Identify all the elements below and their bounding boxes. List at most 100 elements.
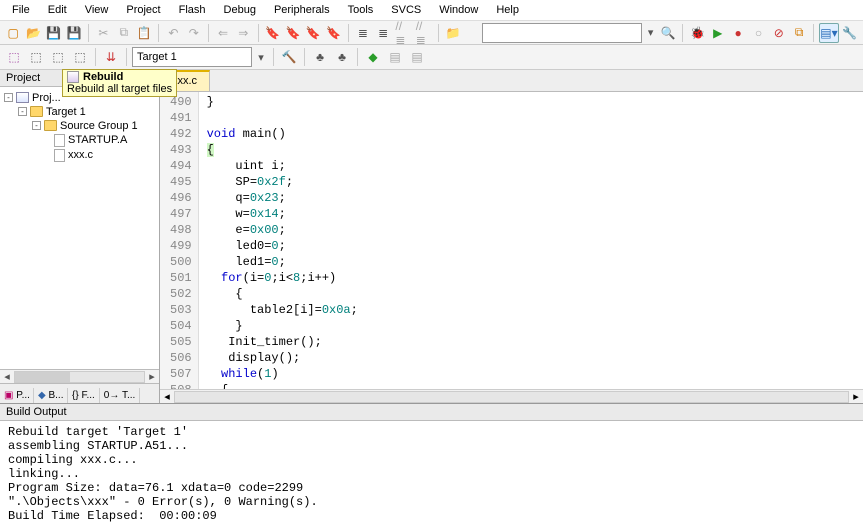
translate-icon[interactable]: ⬚ (4, 47, 24, 67)
menu-tools[interactable]: Tools (340, 2, 382, 18)
menu-svcs[interactable]: SVCS (383, 2, 429, 18)
code-text[interactable]: } void main() { uint i; SP=0x2f; q=0x23;… (199, 92, 366, 389)
project-panel: Project Rebuild Rebuild all target files… (0, 70, 160, 403)
workspace: Project Rebuild Rebuild all target files… (0, 70, 863, 403)
cut-icon[interactable]: ✂ (94, 23, 112, 43)
file-icon (54, 134, 65, 147)
scroll-track[interactable] (14, 371, 145, 383)
workspace-icon (16, 92, 29, 103)
scroll-left-icon[interactable]: ◂ (0, 370, 14, 383)
bookmark-clear-icon[interactable]: 🔖 (324, 23, 342, 43)
view-dropdown-icon[interactable]: ▤▾ (819, 23, 838, 43)
nav-back-icon[interactable]: ⇐ (214, 23, 232, 43)
tree-target[interactable]: - Target 1 (2, 105, 157, 119)
scroll-left-icon[interactable]: ◂ (160, 390, 174, 403)
tree-group[interactable]: - Source Group 1 (2, 119, 157, 133)
new-file-icon[interactable]: ▢ (4, 23, 22, 43)
bookmark-icon[interactable]: 🔖 (263, 23, 281, 43)
expander-icon[interactable]: - (32, 121, 41, 130)
separator (813, 24, 814, 42)
separator (682, 24, 683, 42)
tree-group-label: Source Group 1 (60, 120, 138, 132)
separator (357, 48, 358, 66)
separator (95, 48, 96, 66)
undo-icon[interactable]: ↶ (164, 23, 182, 43)
window-icon[interactable]: ⧉ (790, 23, 808, 43)
configure-icon[interactable]: 🔧 (841, 23, 859, 43)
expander-icon[interactable]: - (18, 107, 27, 116)
disable-bp-icon[interactable]: ○ (749, 23, 767, 43)
packs-icon[interactable]: ♣ (332, 47, 352, 67)
tab-templates[interactable]: 0→ T... (100, 388, 141, 403)
find-in-files-icon[interactable]: 📁 (444, 23, 462, 43)
download-icon[interactable]: ⇊ (101, 47, 121, 67)
bookmark-prev-icon[interactable]: 🔖 (284, 23, 302, 43)
tree-file[interactable]: xxx.c (2, 148, 157, 163)
separator (438, 24, 439, 42)
find-dropdown-icon[interactable]: ▾ (644, 26, 657, 39)
project-hscroll[interactable]: ◂ ▸ (0, 369, 159, 383)
open-file-icon[interactable]: 📂 (24, 23, 42, 43)
separator (348, 24, 349, 42)
unused-icon[interactable]: ▤ (385, 47, 405, 67)
find-combo[interactable] (482, 23, 642, 43)
kill-bp-icon[interactable]: ⊘ (770, 23, 788, 43)
save-icon[interactable]: 💾 (45, 23, 63, 43)
menu-debug[interactable]: Debug (216, 2, 264, 18)
build-icon[interactable]: ⬚ (26, 47, 46, 67)
project-panel-title-text: Project (6, 72, 40, 84)
nav-fwd-icon[interactable]: ⇒ (234, 23, 252, 43)
uncomment-icon[interactable]: //≣ (415, 23, 433, 43)
indent-icon[interactable]: ≣ (354, 23, 372, 43)
tab-project[interactable]: ▣ P... (0, 388, 34, 403)
paste-icon[interactable]: 📋 (135, 23, 153, 43)
scroll-right-icon[interactable]: ▸ (849, 390, 863, 403)
menu-peripherals[interactable]: Peripherals (266, 2, 338, 18)
run-icon[interactable]: ▶ (709, 23, 727, 43)
menu-edit[interactable]: Edit (40, 2, 75, 18)
scroll-right-icon[interactable]: ▸ (145, 370, 159, 383)
menu-help[interactable]: Help (488, 2, 527, 18)
menu-flash[interactable]: Flash (171, 2, 214, 18)
find-icon[interactable]: 🔍 (659, 23, 677, 43)
expander-icon[interactable]: - (4, 93, 13, 102)
file-icon (54, 149, 65, 162)
unused2-icon[interactable]: ▤ (407, 47, 427, 67)
line-number-gutter: 490 491 492 493 494 495 496 497 498 499 … (160, 92, 199, 389)
target-dropdown-icon[interactable]: ▾ (254, 51, 268, 64)
editor-panel: xxx.c 490 491 492 493 494 495 496 497 49… (160, 70, 863, 403)
batch-build-icon[interactable]: ⬚ (70, 47, 90, 67)
build-output-title: Build Output (0, 404, 863, 421)
rebuild-icon[interactable]: ⬚ (48, 47, 68, 67)
save-all-icon[interactable]: 💾 (65, 23, 83, 43)
target-select[interactable]: Target 1 (132, 47, 252, 67)
scroll-thumb[interactable] (15, 372, 70, 382)
menu-file[interactable]: File (4, 2, 38, 18)
copy-icon[interactable]: ⧉ (115, 23, 133, 43)
editor-hscroll[interactable]: ◂ ▸ (160, 389, 863, 403)
pack-installer-icon[interactable]: ◆ (363, 47, 383, 67)
separator (304, 48, 305, 66)
editor-tabstrip: xxx.c (160, 70, 863, 92)
menu-project[interactable]: Project (118, 2, 168, 18)
comment-icon[interactable]: //≣ (394, 23, 412, 43)
tree-target-label: Target 1 (46, 106, 86, 118)
build-output-text[interactable]: Rebuild target 'Target 1' assembling STA… (0, 421, 863, 527)
redo-icon[interactable]: ↷ (185, 23, 203, 43)
scroll-track[interactable] (174, 391, 849, 403)
tree-file[interactable]: STARTUP.A (2, 133, 157, 148)
outdent-icon[interactable]: ≣ (374, 23, 392, 43)
menu-view[interactable]: View (77, 2, 117, 18)
tree-file-label: STARTUP.A (68, 134, 127, 146)
project-tree[interactable]: - Proj... - Target 1 - Source Group 1 ST… (0, 87, 159, 369)
bookmark-next-icon[interactable]: 🔖 (304, 23, 322, 43)
tab-functions[interactable]: {} F... (68, 388, 100, 403)
breakpoint-icon[interactable]: ● (729, 23, 747, 43)
tab-books[interactable]: ◆ B... (34, 388, 68, 403)
debug-icon[interactable]: 🐞 (688, 23, 706, 43)
code-editor[interactable]: 490 491 492 493 494 495 496 497 498 499 … (160, 92, 863, 389)
options-icon[interactable]: 🔨 (279, 47, 299, 67)
manage-icon[interactable]: ♣ (310, 47, 330, 67)
build-output-panel: Build Output Rebuild target 'Target 1' a… (0, 403, 863, 527)
menu-window[interactable]: Window (431, 2, 486, 18)
